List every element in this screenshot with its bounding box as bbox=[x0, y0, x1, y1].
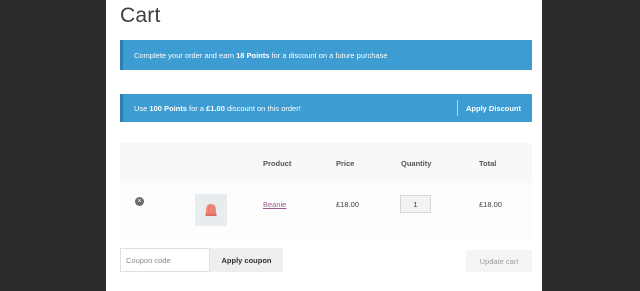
apply-discount-button[interactable]: Apply Discount bbox=[466, 104, 521, 113]
header-price: Price bbox=[336, 159, 355, 168]
header-product: Product bbox=[263, 159, 292, 168]
close-circle-icon[interactable]: × bbox=[135, 197, 144, 206]
header-quantity: Quantity bbox=[401, 159, 432, 168]
product-total: £18.00 bbox=[479, 200, 502, 209]
cart-table: Product Price Quantity Total × Beanie £1… bbox=[120, 143, 532, 239]
quantity-input[interactable]: 1 bbox=[400, 195, 431, 213]
header-total: Total bbox=[479, 159, 497, 168]
product-thumbnail[interactable] bbox=[195, 194, 227, 226]
update-cart-button[interactable]: Update cart bbox=[466, 250, 532, 272]
notice-divider bbox=[456, 100, 458, 116]
apply-coupon-button[interactable]: Apply coupon bbox=[210, 248, 283, 272]
page-title: Cart bbox=[120, 4, 161, 27]
product-price: £18.00 bbox=[336, 200, 359, 209]
earn-message: Complete your order and earn 18 Points f… bbox=[134, 50, 388, 60]
cart-page: Cart Complete your order and earn 18 Poi… bbox=[106, 0, 542, 291]
table-row: × Beanie £18.00 1 £18.00 bbox=[120, 183, 532, 239]
points-redeem-notice: Use 100 Points for a £1.00 discount on t… bbox=[120, 94, 532, 122]
coupon-code-input[interactable]: Coupon code bbox=[120, 248, 210, 272]
product-name-link[interactable]: Beanie bbox=[263, 200, 286, 209]
points-earn-notice: Complete your order and earn 18 Points f… bbox=[120, 40, 532, 70]
redeem-message: Use 100 Points for a £1.00 discount on t… bbox=[134, 103, 301, 113]
table-header: Product Price Quantity Total bbox=[120, 143, 532, 183]
beanie-icon bbox=[205, 204, 217, 216]
